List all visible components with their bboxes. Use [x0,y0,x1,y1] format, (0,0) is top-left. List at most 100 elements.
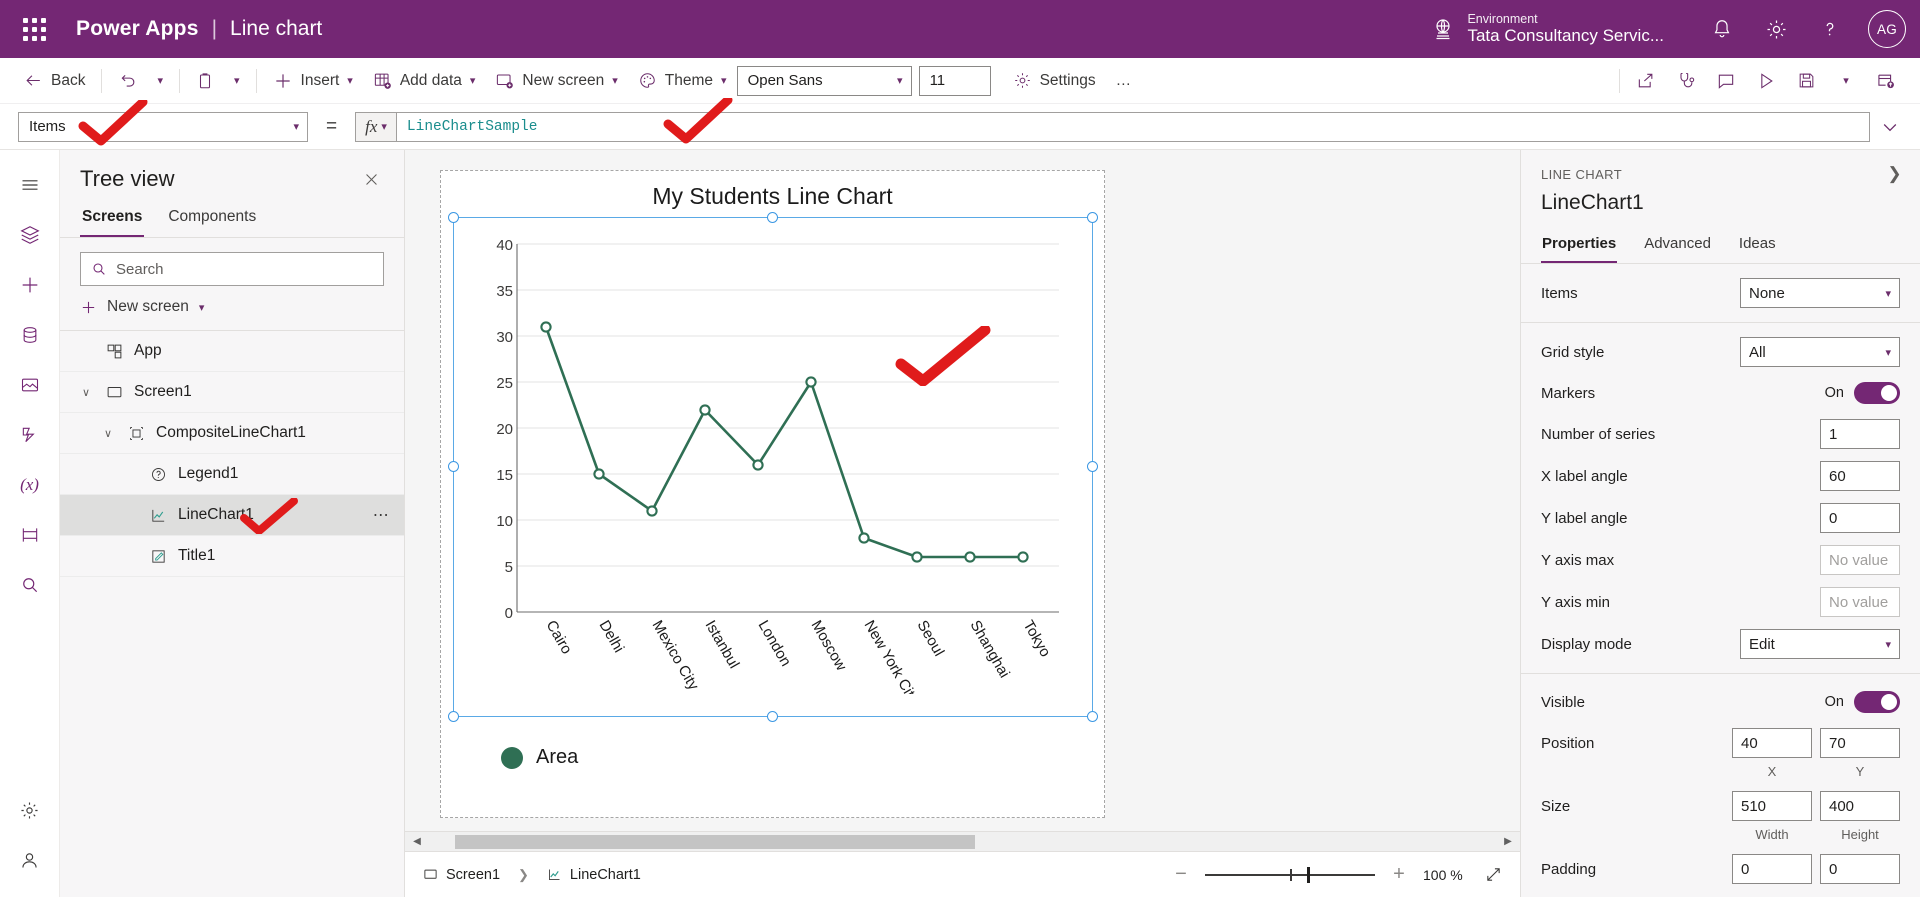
chevron-right-icon[interactable]: ❯ [1887,164,1902,184]
x-label-angle-input[interactable]: 60 [1820,461,1900,491]
insert-plus-icon[interactable] [8,260,52,310]
close-icon[interactable] [357,167,386,192]
tab-ideas[interactable]: Ideas [1738,231,1777,263]
save-dropdown[interactable]: ▾ [1826,64,1866,98]
grid-style-select[interactable]: All ▾ [1740,337,1900,367]
theme-button[interactable]: Theme ▾ [628,63,737,99]
components-icon[interactable] [8,510,52,560]
y-label-angle-input[interactable]: 0 [1820,503,1900,533]
visible-toggle[interactable] [1854,691,1900,713]
minus-icon[interactable]: − [1171,863,1191,886]
position-y-input[interactable]: 70 [1820,728,1900,758]
position-x-input[interactable]: 40 [1732,728,1812,758]
zoom-slider[interactable] [1205,866,1375,884]
media-icon[interactable] [8,360,52,410]
tab-screens[interactable]: Screens [80,202,145,237]
tab-properties[interactable]: Properties [1541,231,1618,263]
chevron-down-icon[interactable]: ∨ [100,427,116,440]
resize-handle-top-right[interactable] [1087,212,1098,223]
save-icon[interactable] [1786,64,1826,98]
number-of-series-input[interactable]: 1 [1820,419,1900,449]
settings-gear-icon[interactable] [8,785,52,835]
resize-handle-bottom-center[interactable] [767,711,778,722]
new-screen-button[interactable]: New screen ▾ [485,63,627,99]
share-icon[interactable] [1626,64,1666,98]
search-box[interactable] [80,252,384,286]
app-screen-frame[interactable]: My Students Line Chart 40 35 30 25 20 15… [440,170,1105,818]
data-cylinder-icon[interactable] [8,310,52,360]
search-input[interactable] [116,260,373,278]
power-automate-icon[interactable] [8,410,52,460]
back-button[interactable]: Back [14,63,95,99]
publish-icon[interactable] [1866,64,1906,98]
resize-handle-top-left[interactable] [448,212,459,223]
tree-node-compositelinechart1[interactable]: ∨ CompositeLineChart1 [60,413,404,454]
padding-first-input[interactable]: 0 [1732,854,1812,884]
plus-icon[interactable]: + [1389,863,1409,886]
comments-icon[interactable] [1706,64,1746,98]
account-icon[interactable] [8,835,52,885]
tree-node-linechart1[interactable]: LineChart1 ⋯ [60,495,404,536]
overflow-button[interactable]: … [1106,63,1144,99]
app-launcher-icon[interactable] [14,17,54,41]
tab-components[interactable]: Components [166,202,258,237]
size-width-input[interactable]: 510 [1732,791,1812,821]
chart-legend[interactable]: Area [501,746,578,769]
y-axis-max-input[interactable]: No value [1820,545,1900,575]
scrollbar-thumb[interactable] [455,834,975,849]
tree-node-screen1[interactable]: ∨ Screen1 [60,372,404,413]
markers-toggle[interactable] [1854,382,1900,404]
font-family-select[interactable]: Open Sans ▾ [736,65,912,96]
search-icon[interactable] [8,560,52,610]
help-question-icon[interactable] [1806,5,1854,53]
brand-name[interactable]: Power Apps [76,17,199,41]
breadcrumb-linechart1[interactable]: LineChart1 [547,867,641,883]
items-select[interactable]: None ▾ [1740,278,1900,308]
insert-button[interactable]: Insert ▾ [263,63,363,99]
fx-button[interactable]: fx ▾ [355,111,396,142]
settings-button[interactable]: Settings [1003,63,1106,99]
tab-advanced[interactable]: Advanced [1643,231,1712,263]
new-screen-button-tree[interactable]: New screen ▾ [60,294,404,331]
breadcrumb-screen1[interactable]: Screen1 [423,867,500,883]
tree-node-app[interactable]: App [60,331,404,372]
tree-node-legend1[interactable]: Legend1 [60,454,404,495]
undo-button[interactable] [108,63,147,99]
formula-expand-button[interactable] [1870,117,1910,137]
settings-gear-icon[interactable] [1752,5,1800,53]
undo-dropdown[interactable]: ▾ [147,63,173,99]
preview-play-icon[interactable] [1746,64,1786,98]
canvas-horizontal-scrollbar[interactable]: ◀ ▶ [405,831,1520,851]
notification-bell-icon[interactable] [1698,5,1746,53]
variables-fx-icon[interactable]: (x) [8,460,52,510]
formula-input[interactable]: LineChartSample [395,111,1870,142]
property-select[interactable]: Items ▾ [18,111,308,142]
resize-handle-top-center[interactable] [767,212,778,223]
display-mode-select[interactable]: Edit ▾ [1740,629,1900,659]
paste-button[interactable] [186,63,224,99]
zoom-slider-knob[interactable] [1307,866,1310,883]
avatar[interactable]: AG [1868,10,1906,48]
resize-handle-middle-right[interactable] [1087,461,1098,472]
add-data-button[interactable]: Add data ▾ [363,63,486,99]
app-checker-stethoscope-icon[interactable] [1666,64,1706,98]
environment-selector[interactable]: Environment Tata Consultancy Servic... [1431,12,1664,46]
resize-handle-bottom-left[interactable] [448,711,459,722]
scroll-left-arrow[interactable]: ◀ [409,836,425,847]
tree-node-context-menu[interactable]: ⋯ [373,505,390,525]
chevron-down-icon[interactable]: ∨ [78,386,94,399]
resize-handle-bottom-right[interactable] [1087,711,1098,722]
resize-handle-middle-left[interactable] [448,461,459,472]
padding-second-input[interactable]: 0 [1820,854,1900,884]
paste-dropdown[interactable]: ▾ [224,63,250,99]
size-height-input[interactable]: 400 [1820,791,1900,821]
scrollbar-track[interactable] [425,834,1500,849]
hamburger-menu-icon[interactable] [8,160,52,210]
fit-screen-icon[interactable] [1485,866,1502,883]
font-size-input[interactable]: 11 [918,65,991,96]
scroll-right-arrow[interactable]: ▶ [1500,836,1516,847]
y-axis-min-input[interactable]: No value [1820,587,1900,617]
tree-node-title1[interactable]: Title1 [60,536,404,577]
selection-box[interactable] [448,212,1098,722]
tree-view-layers-icon[interactable] [8,210,52,260]
